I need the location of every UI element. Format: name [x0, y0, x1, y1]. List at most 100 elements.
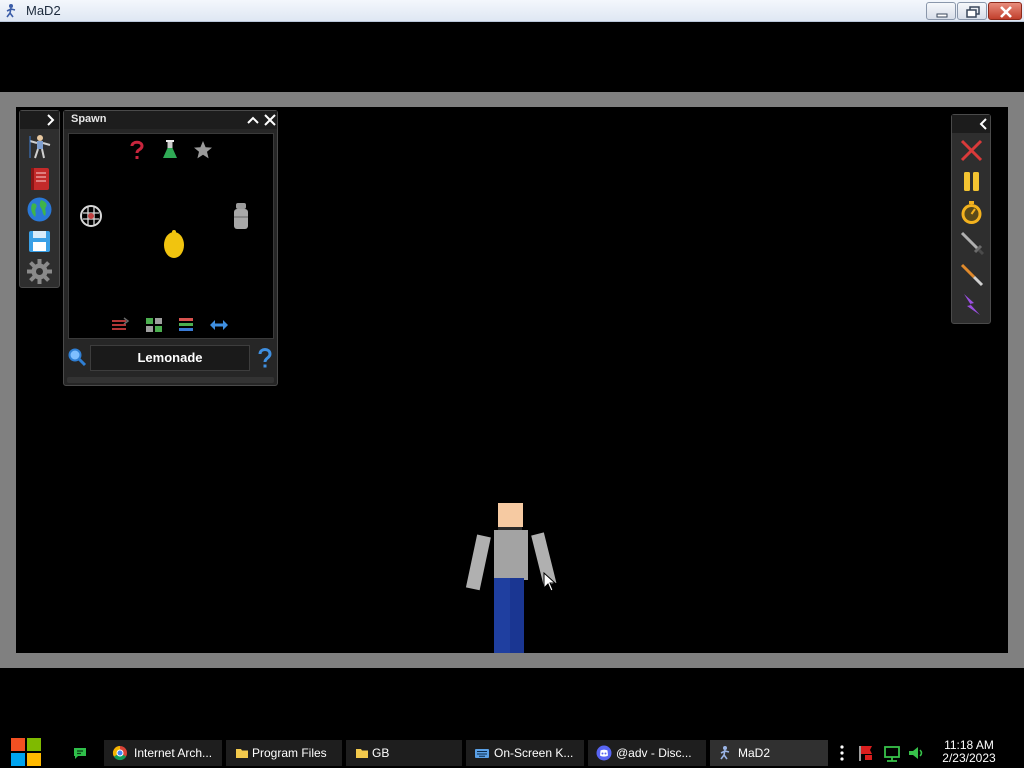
start-button[interactable]: [8, 736, 44, 768]
close-window-button[interactable]: [988, 2, 1022, 20]
pinned-chat-app[interactable]: [62, 740, 98, 766]
chemistry-category-button[interactable]: [158, 138, 182, 162]
restore-button[interactable]: [957, 2, 987, 20]
world-button[interactable]: [26, 196, 53, 223]
sort-button[interactable]: [109, 316, 131, 334]
settings-button[interactable]: [26, 258, 53, 285]
sword-tool-button[interactable]: [958, 229, 985, 256]
grid-view-button[interactable]: [143, 316, 165, 334]
spawn-search-input[interactable]: Lemonade: [90, 345, 250, 371]
window-titlebar[interactable]: MaD2: [0, 0, 1024, 22]
folder-icon: [356, 749, 368, 758]
taskbar-item-label: Internet Arch...: [134, 746, 213, 760]
ragdoll-head: [498, 503, 523, 527]
green-chat-icon: [74, 748, 86, 759]
sort-icon: [112, 317, 130, 330]
minimize-icon: [936, 13, 948, 18]
swap-arrows-icon: [210, 320, 228, 330]
spawn-panel-title: Spawn: [71, 113, 107, 125]
list-view-icon: [179, 318, 193, 331]
save-button[interactable]: [26, 228, 53, 255]
stopwatch-icon: [961, 201, 982, 224]
collapse-panel-button[interactable]: [245, 112, 261, 128]
taskbar-item-mad2[interactable]: MaD2: [710, 740, 828, 766]
volume-icon[interactable]: [906, 742, 926, 764]
gear-icon: [27, 259, 52, 284]
close-panel-button[interactable]: [262, 112, 278, 128]
left-toolbar-header: [20, 111, 59, 129]
spawn-panel-footer: [67, 377, 274, 383]
star-icon: [194, 141, 212, 159]
pause-icon: [964, 172, 979, 191]
right-toolbar: [951, 114, 991, 324]
slow-motion-button[interactable]: [958, 199, 985, 226]
taskbar-item-label: MaD2: [738, 746, 771, 760]
ragdoll-human[interactable]: [465, 500, 557, 653]
expand-toolbar-button[interactable]: [42, 112, 58, 128]
list-view-button[interactable]: [175, 316, 197, 334]
right-toolbar-header: [952, 115, 990, 133]
close-icon: [264, 114, 276, 126]
minimize-button[interactable]: [926, 2, 956, 20]
windows-logo-icon: [11, 738, 41, 766]
ragdoll-torso: [494, 530, 528, 580]
taskbar-item-label: @adv - Disc...: [616, 746, 692, 760]
network-icon[interactable]: [882, 742, 902, 764]
taskbar-item-label: On-Screen K...: [494, 746, 574, 760]
spawn-item-lemon[interactable]: [161, 228, 187, 260]
random-category-button[interactable]: [125, 138, 149, 162]
taskbar-item-on-screen-keyboard[interactable]: On-Screen K...: [466, 740, 584, 766]
spawn-panel: Spawn Lemonade: [63, 110, 278, 386]
flask-icon: [163, 140, 177, 158]
lightning-tool-button[interactable]: [958, 291, 985, 318]
spawn-item-grid: [68, 133, 274, 339]
taskbar-item-gb[interactable]: GB: [346, 740, 462, 766]
lemon-icon: [164, 230, 184, 258]
left-toolbar: [19, 110, 60, 288]
close-icon: [1000, 6, 1012, 18]
overflow-dots-icon[interactable]: [836, 742, 848, 764]
taskbar-item-internet-archive[interactable]: Internet Arch...: [104, 740, 222, 766]
search-button[interactable]: [67, 347, 87, 367]
discord-icon: [596, 745, 612, 761]
folder-icon: [236, 749, 248, 758]
grid-view-icon: [146, 318, 162, 332]
flag-icon[interactable]: [856, 742, 876, 764]
help-question-icon: [258, 348, 272, 368]
taskbar-item-program-files[interactable]: Program Files: [226, 740, 342, 766]
taskbar-clock[interactable]: 11:18 AM 2/23/2023: [928, 739, 1010, 765]
ragdoll-icon: [29, 135, 51, 159]
keyboard-icon: [475, 749, 489, 758]
knife-icon: [960, 263, 984, 287]
taskbar-item-label: GB: [372, 746, 390, 760]
ragdoll-pose-tool-button[interactable]: [26, 133, 53, 160]
floppy-disk-icon: [29, 231, 50, 252]
knife-tool-button[interactable]: [958, 260, 985, 287]
ragdoll-left-leg: [494, 578, 510, 653]
canister-icon: [234, 203, 248, 229]
chrome-icon: [112, 745, 127, 761]
lightning-icon: [964, 294, 980, 315]
pause-button[interactable]: [958, 168, 985, 195]
random-question-icon: [130, 140, 144, 159]
clear-all-button[interactable]: [958, 137, 985, 164]
book-icon: [31, 168, 49, 190]
spawn-search-row: Lemonade: [64, 343, 277, 373]
chevron-left-icon: [979, 118, 987, 130]
magnifier-icon: [68, 348, 87, 367]
help-button[interactable]: [256, 346, 274, 370]
clock-date: 2/23/2023: [942, 751, 996, 765]
taskbar-item-discord[interactable]: @adv - Disc...: [588, 740, 706, 766]
swap-button[interactable]: [207, 316, 231, 334]
collapse-toolbar-button[interactable]: [976, 116, 992, 132]
mouse-cursor-icon: [543, 572, 557, 592]
spawn-item-canister[interactable]: [232, 202, 250, 230]
globe-icon: [27, 197, 52, 222]
favorites-category-button[interactable]: [191, 138, 215, 162]
ragdoll-right-leg: [510, 578, 524, 653]
spawn-item-mesh-ball[interactable]: [79, 204, 103, 228]
red-x-icon: [960, 139, 983, 162]
spawn-panel-header[interactable]: Spawn: [64, 111, 277, 129]
sword-icon: [960, 231, 985, 256]
catalog-book-button[interactable]: [26, 165, 53, 192]
